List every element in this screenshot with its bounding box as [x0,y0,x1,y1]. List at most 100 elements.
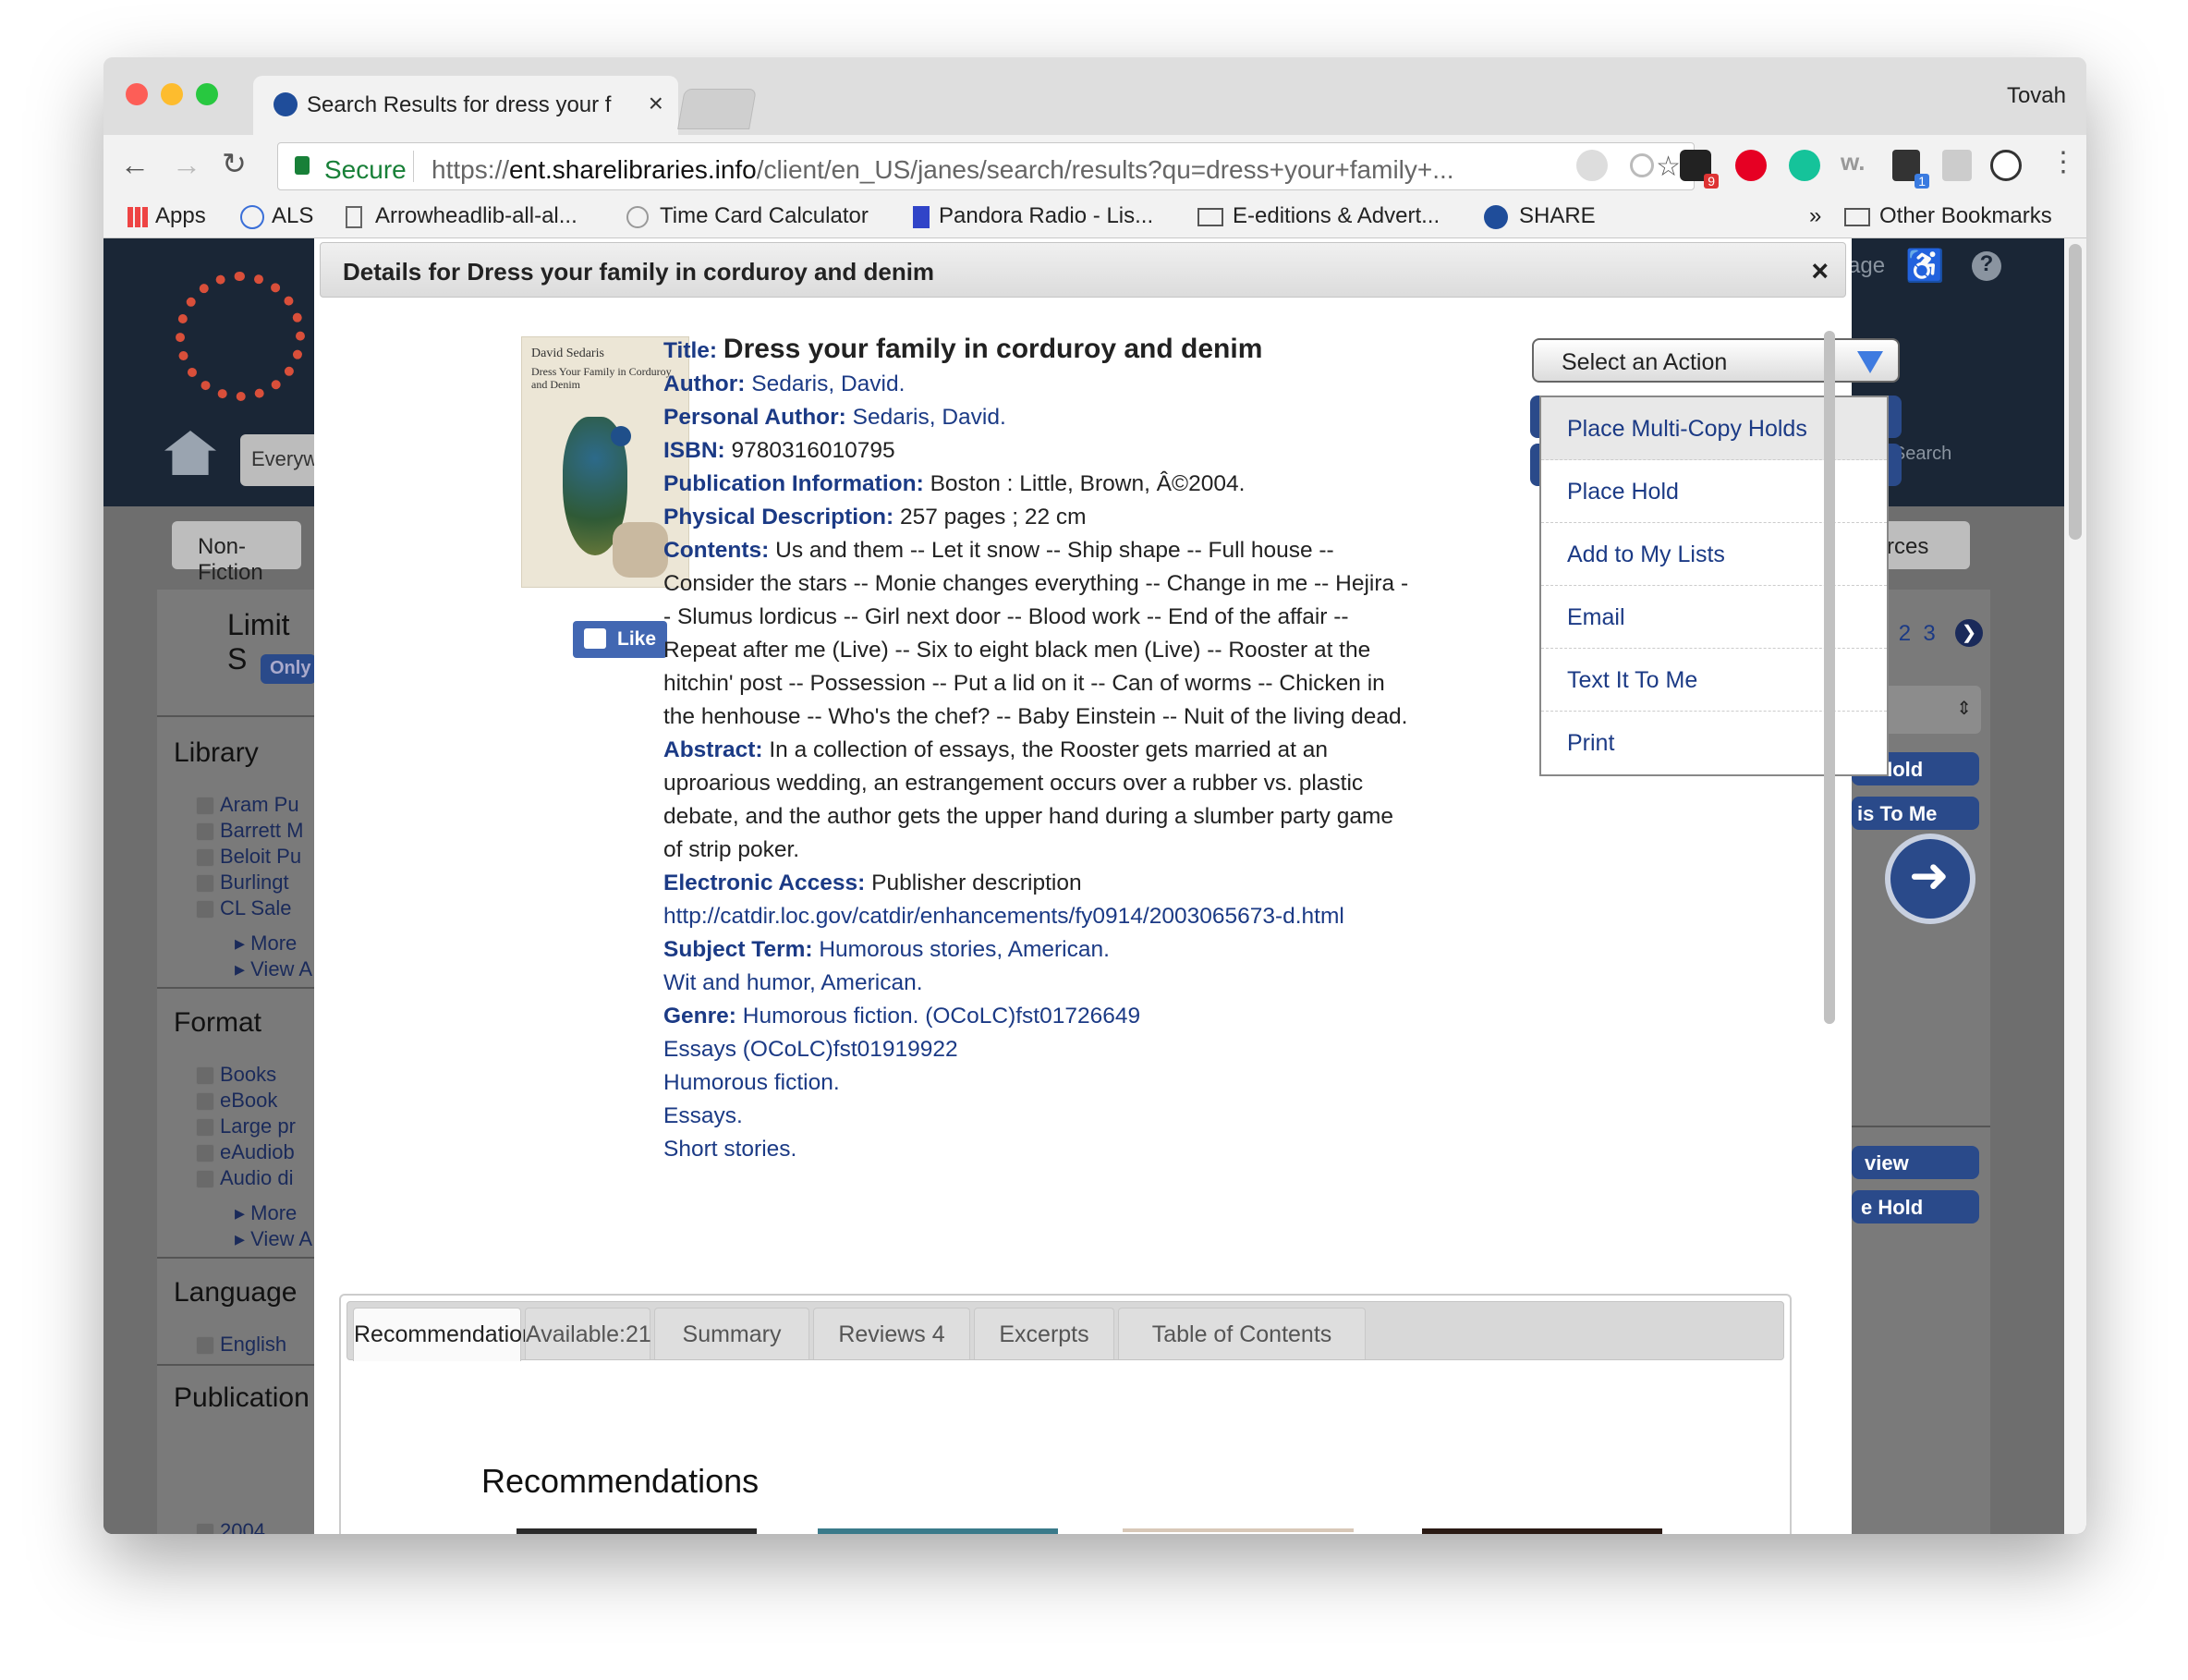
grammarly-icon[interactable] [1789,150,1820,181]
help-icon[interactable]: ? [1972,251,2001,281]
recommendation-cover[interactable] [818,1528,1058,1534]
library-option[interactable]: Barrett M [196,819,303,843]
recommendation-cover[interactable] [1422,1528,1662,1534]
checkbox[interactable] [196,900,214,919]
extension-w-icon[interactable]: w. [1841,148,1865,177]
next-page-icon[interactable]: ❯ [1955,619,1983,647]
tab-table-of-contents[interactable]: Table of Contents [1118,1308,1366,1359]
checkbox[interactable] [196,797,214,816]
tab-excerpts[interactable]: Excerpts [974,1308,1114,1359]
format-option[interactable]: Audio di [196,1166,294,1190]
extension-book-icon[interactable] [1942,150,1972,181]
pinterest-icon[interactable] [1735,150,1767,181]
genre-link[interactable]: Essays. [663,1100,1412,1133]
language-option[interactable]: English [196,1333,286,1357]
page-2-link[interactable]: 2 [1899,621,1911,646]
format-option[interactable]: Large pr [196,1114,296,1138]
bookmark-star-icon[interactable]: ☆ [1656,151,1681,183]
page-scroll-thumb[interactable] [2069,244,2082,540]
library-option[interactable]: Burlingt [196,870,289,895]
bookmark-share[interactable]: SHARE [1484,203,1596,229]
wikipedia-icon[interactable] [1990,150,2022,181]
other-bookmarks[interactable]: Other Bookmarks [1844,203,2052,229]
subject-link[interactable]: Wit and humor, American. [663,967,1412,1000]
extension-circle-icon[interactable] [1630,153,1654,177]
bookmark-als[interactable]: ALS [240,203,313,229]
checkbox[interactable] [196,1170,214,1189]
next-arrow-circle-icon[interactable]: ➜ [1885,834,1975,924]
bookmark-pandora[interactable]: Pandora Radio - Lis... [913,203,1153,229]
profile-name[interactable]: Tovah [2007,83,2066,109]
recommendation-cover[interactable] [1123,1528,1354,1532]
tab-summary[interactable]: Summary [654,1308,809,1359]
only-button[interactable]: Only [261,654,316,684]
checkbox[interactable] [196,1144,214,1163]
format-option[interactable]: eBook [196,1089,277,1113]
author-link[interactable]: Sedaris, David. [751,371,905,396]
format-more-link[interactable]: ▸ More [235,1201,297,1225]
checkbox[interactable] [196,1523,214,1534]
browser-tab[interactable]: Search Results for dress your f × [253,76,678,135]
recommendation-cover[interactable] [517,1528,757,1534]
modal-close-button[interactable]: × [1811,254,1829,288]
checkbox[interactable] [196,1118,214,1138]
reload-icon[interactable]: ↻ [222,146,247,181]
checkbox[interactable] [196,1066,214,1086]
library-more-link[interactable]: ▸ More [235,931,297,956]
library-option[interactable]: Beloit Pu [196,845,301,869]
nav-non-fiction[interactable]: Non-Fiction [172,521,301,585]
tab-reviews[interactable]: Reviews 4 [813,1308,970,1359]
checkbox[interactable] [196,1092,214,1112]
page-3-link[interactable]: 3 [1923,621,1935,646]
home-icon[interactable] [164,431,216,475]
genre-link[interactable]: Essays (OCoLC)fst01919922 [663,1033,1412,1066]
forward-arrow-icon[interactable]: → [172,148,201,182]
menu-dots-icon[interactable]: ⋮ [2049,146,2077,178]
format-option[interactable]: eAudiob [196,1140,295,1164]
checkbox[interactable] [196,822,214,842]
bookmark-eeditions[interactable]: E-editions & Advert... [1197,203,1440,229]
evernote-icon[interactable]: 1 [1892,150,1929,189]
library-option[interactable]: CL Sale [196,896,291,920]
action-select[interactable]: Select an Action [1532,338,1900,383]
format-option[interactable]: Books [196,1063,276,1087]
genre-link[interactable]: Short stories. [663,1133,1412,1166]
library-option[interactable]: Aram Pu [196,793,299,817]
genre-link[interactable]: Humorous fiction. [663,1066,1412,1100]
checkbox[interactable] [196,874,214,894]
facebook-like-button[interactable]: Like [573,621,667,658]
access-url-link[interactable]: http://catdir.loc.gov/catdir/enhancement… [663,900,1412,933]
tab-close-button[interactable]: × [649,89,663,118]
address-bar[interactable]: Secure https://ent.sharelibraries.info/c… [277,142,1695,190]
accessibility-icon[interactable]: ♿ [1905,248,1944,285]
tab-available[interactable]: Available:21 [525,1308,651,1359]
tab-recommendations[interactable]: Recommendations [353,1308,546,1361]
url-text[interactable]: https://ent.sharelibraries.info/client/e… [432,155,1633,185]
page-scrollbar[interactable] [2064,238,2086,1534]
minimize-window-button[interactable] [161,83,183,105]
zoom-window-button[interactable] [196,83,218,105]
back-arrow-icon[interactable]: ← [120,148,150,182]
header-link[interactable]: age [1848,253,1885,279]
new-tab-button[interactable] [677,89,757,129]
format-view-all-link[interactable]: ▸ View A [235,1227,312,1251]
checkbox[interactable] [196,1336,214,1356]
modal-scroll-thumb[interactable] [1824,331,1835,1024]
preview-button[interactable]: view [1852,1146,1979,1179]
modal-scrollbar[interactable] [1824,331,1835,1024]
bookmarks-overflow-button[interactable]: » [1809,203,1821,229]
close-window-button[interactable] [126,83,148,105]
checkbox[interactable] [196,848,214,868]
text-this-to-me-button[interactable]: is To Me [1852,797,1979,830]
genre-link[interactable]: Humorous fiction. (OCoLC)fst01726649 [743,1004,1140,1029]
personal-author-link[interactable]: Sedaris, David. [853,405,1006,430]
search-scope-select[interactable]: Everyw [240,434,323,486]
subject-link[interactable]: Humorous stories, American. [819,937,1110,962]
place-hold-button[interactable]: e Hold [1852,1190,1979,1223]
bookmark-timecard[interactable]: Time Card Calculator [626,203,869,229]
extension-a-icon[interactable]: 9 [1680,150,1719,189]
bookmark-arrowhead[interactable]: Arrowheadlib-all-al... [346,203,577,229]
publication-option[interactable]: 2004 [196,1519,265,1534]
bookmark-apps[interactable]: Apps [128,203,206,229]
library-view-all-link[interactable]: ▸ View A [235,957,312,981]
